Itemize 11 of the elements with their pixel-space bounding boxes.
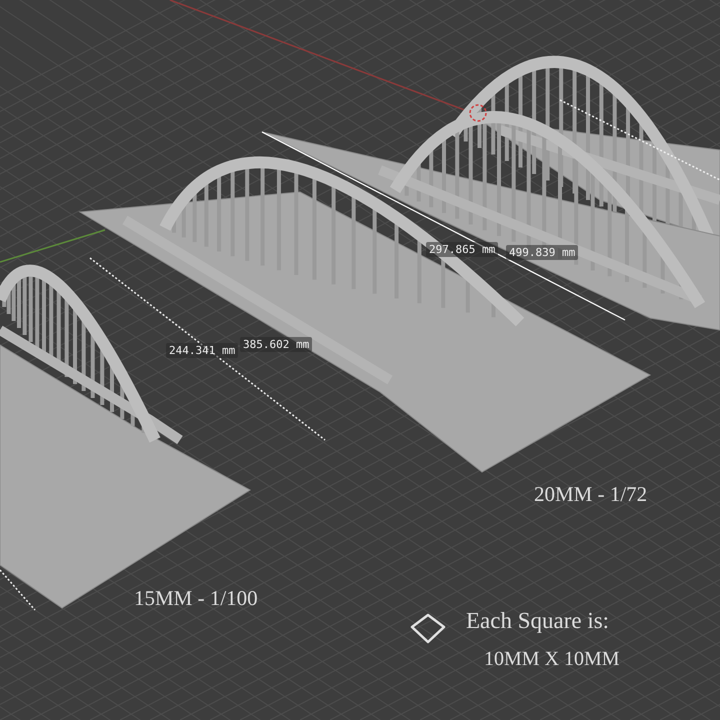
dimension-line: [0, 570, 36, 610]
measurement-label: 297.865 mm: [426, 242, 498, 257]
3d-cursor-icon: [469, 104, 487, 122]
scale-label: 20MM - 1/72: [534, 482, 648, 507]
square-outline-icon: [410, 614, 446, 644]
measurement-label: 385.602 mm: [240, 337, 312, 352]
legend-size: 10MM X 10MM: [484, 648, 620, 671]
measurement-label: 499.839 mm: [506, 245, 578, 260]
measurement-label: 244.341 mm: [166, 343, 238, 358]
scale-label: 15MM - 1/100: [134, 586, 258, 611]
legend-title: Each Square is:: [466, 608, 610, 634]
